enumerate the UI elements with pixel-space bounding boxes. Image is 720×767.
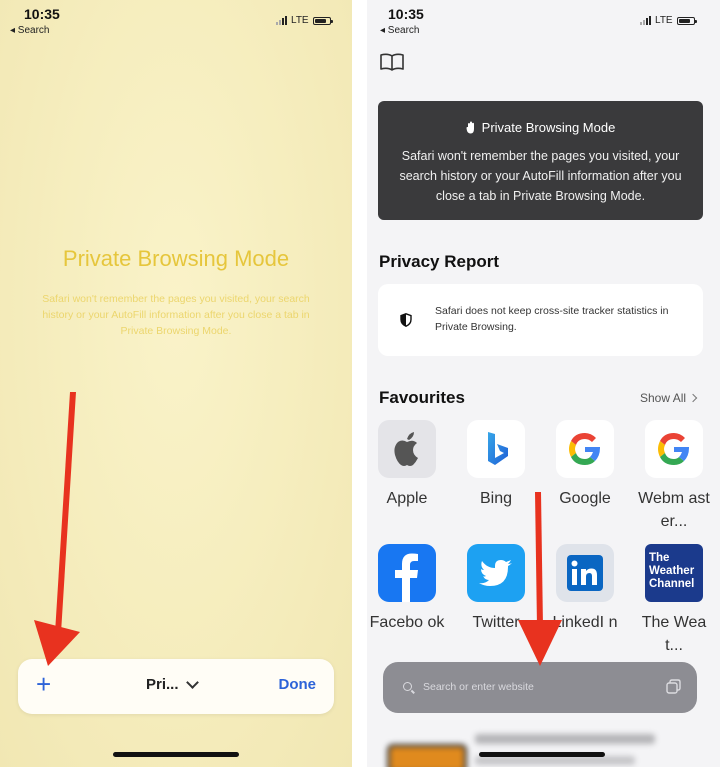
private-card-title: Private Browsing Mode <box>481 120 616 135</box>
done-button[interactable]: Done <box>279 676 317 693</box>
battery-icon <box>312 16 333 25</box>
tab-group-label: Pri... <box>146 676 179 693</box>
favourite-linkedin[interactable]: LinkedI n <box>545 544 625 634</box>
private-browsing-description: Safari won't remember the pages you visi… <box>42 293 310 337</box>
weather-logo-text: The Weather Channel <box>649 552 695 590</box>
favourite-facebook[interactable]: Facebo ok <box>367 544 447 634</box>
search-icon <box>403 682 412 691</box>
recent-site-thumbnail <box>387 744 467 767</box>
hand-icon <box>466 121 474 134</box>
shield-icon <box>400 313 412 327</box>
favourite-google[interactable]: Google <box>545 420 625 510</box>
tab-overview-toolbar: + Pri... Done <box>18 659 334 714</box>
linkedin-icon <box>556 544 614 602</box>
google-icon <box>645 420 703 478</box>
favourite-webmaster[interactable]: Webm aster... <box>634 420 714 533</box>
favourite-label: Twitter <box>472 614 520 631</box>
favourite-label: Google <box>559 490 611 507</box>
recent-site-title-placeholder <box>475 734 655 744</box>
status-time: 10:35 <box>388 6 424 22</box>
favourite-twitter[interactable]: Twitter <box>456 544 536 634</box>
home-indicator[interactable] <box>113 752 239 757</box>
back-to-search-link[interactable]: ◂ Search <box>10 25 49 36</box>
favourite-label: Facebo ok <box>369 614 445 631</box>
tabs-icon[interactable] <box>666 679 681 694</box>
back-to-search-link[interactable]: ◂ Search <box>380 25 419 36</box>
status-indicators: LTE <box>640 15 697 26</box>
bookmarks-icon[interactable] <box>379 52 405 72</box>
status-time: 10:35 <box>24 6 60 22</box>
signal-icon <box>276 16 287 25</box>
favourite-label: The Weat... <box>641 614 707 654</box>
address-bar[interactable]: Search or enter website <box>383 662 697 713</box>
private-browsing-card: Private Browsing Mode Safari won't remem… <box>378 101 703 220</box>
favourite-bing[interactable]: Bing <box>456 420 536 510</box>
twitter-icon <box>467 544 525 602</box>
favourite-label: Bing <box>479 490 513 507</box>
favourite-label: LinkedI n <box>552 614 618 631</box>
favourite-apple[interactable]: Apple <box>367 420 447 510</box>
signal-icon <box>640 16 651 25</box>
private-browsing-title: Private Browsing Mode <box>62 246 290 271</box>
add-tab-button[interactable]: + <box>36 669 51 699</box>
show-all-link[interactable]: Show All <box>640 391 698 405</box>
private-card-body: Safari won't remember the pages you visi… <box>399 149 682 203</box>
right-phone-screen: 10:35 ◂ Search LTE Private Browsing Mode… <box>367 0 720 767</box>
privacy-report-heading: Privacy Report <box>379 252 499 271</box>
show-all-label: Show All <box>640 391 687 405</box>
tab-group-selector[interactable]: Pri... <box>146 675 199 693</box>
home-indicator[interactable] <box>479 752 605 757</box>
apple-icon <box>378 420 436 478</box>
privacy-report-text: Safari does not keep cross-site tracker … <box>435 305 669 333</box>
favourite-weather-channel[interactable]: The Weather Channel The Weat... <box>634 544 714 657</box>
chevron-down-icon <box>185 675 199 689</box>
network-label: LTE <box>291 15 309 26</box>
privacy-report-card[interactable]: Safari does not keep cross-site tracker … <box>378 284 703 356</box>
search-placeholder: Search or enter website <box>423 681 534 693</box>
google-icon <box>556 420 614 478</box>
favourites-heading: Favourites <box>379 388 465 407</box>
bing-icon <box>467 420 525 478</box>
weather-channel-icon: The Weather Channel <box>645 544 703 602</box>
left-phone-screen: 10:35 ◂ Search LTE Private Browsing Mode… <box>0 0 352 767</box>
favourite-label: Apple <box>386 490 428 507</box>
battery-icon <box>676 16 697 25</box>
recent-site-subtitle-placeholder <box>475 756 635 765</box>
status-indicators: LTE <box>276 15 333 26</box>
network-label: LTE <box>655 15 673 26</box>
facebook-icon <box>378 544 436 602</box>
chevron-right-icon <box>688 393 698 403</box>
favourite-label: Webm aster... <box>638 490 710 530</box>
screenshot-divider <box>352 0 367 767</box>
